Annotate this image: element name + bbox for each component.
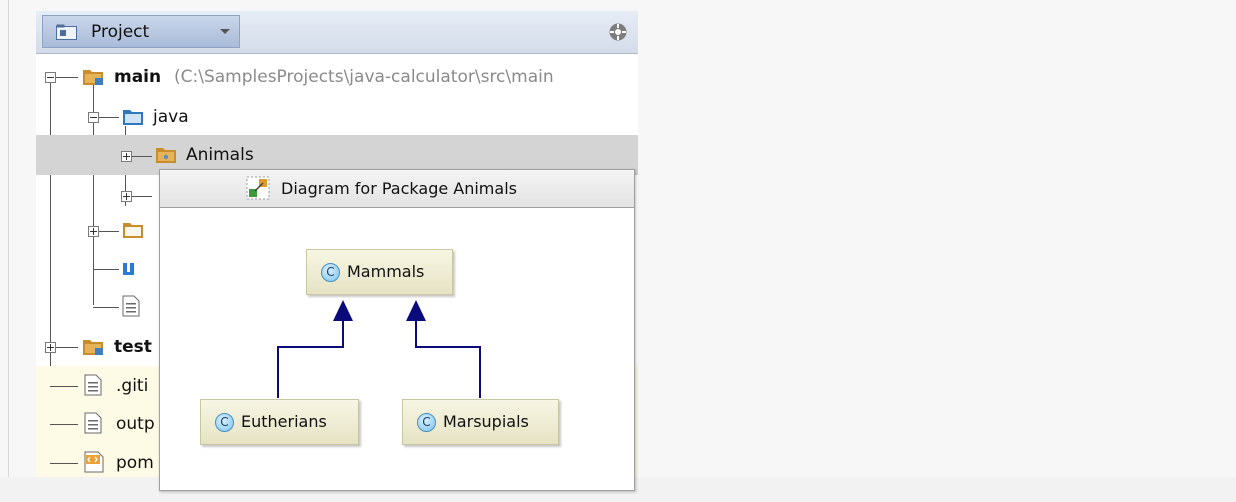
class-icon: C [215,413,234,432]
text-file-icon [84,374,102,396]
tree-connector [99,231,119,232]
project-folder-icon [56,24,77,40]
tree-label-gitignore: .giti [116,376,149,396]
tree-connector [93,307,119,308]
expand-toggle[interactable] [45,342,56,353]
class-name: Eutherians [241,412,327,431]
class-icon: C [321,263,340,282]
tree-connector [50,424,78,425]
class-name: Mammals [347,262,425,281]
tree-label-pom: pom [116,453,154,473]
page-left-border [8,0,9,492]
class-name: Marsupials [443,412,529,431]
tree-connector [50,463,78,464]
tree-connector [56,347,78,348]
expand-toggle[interactable] [88,226,99,237]
tree-row-main[interactable]: main (C:\SamplesProjects\java-calculator… [36,57,638,97]
edge-marsupials-mammals [415,318,481,398]
class-node-eutherians[interactable]: C Eutherians [200,399,359,445]
edge-eutherians-mammals [277,318,344,398]
class-icon: C [417,413,436,432]
tree-label-animals: Animals [186,145,254,165]
maven-xml-icon [84,451,104,473]
chevron-down-icon[interactable] [219,25,231,37]
expand-toggle[interactable] [121,191,132,202]
module-folder-icon [83,70,103,85]
class-node-marsupials[interactable]: C Marsupials [402,399,559,445]
collapse-toggle[interactable] [45,72,56,83]
tree-label-output: outp [116,414,155,434]
collapse-toggle[interactable] [88,112,99,123]
tree-connector [132,196,152,197]
tool-window-header: Project [36,11,638,54]
module-folder-icon [83,340,103,355]
edge-eutherians-mammals-arrow [333,300,353,321]
edge-marsupials-mammals-arrow [406,300,426,321]
module-path: (C:\SamplesProjects\java-calculator\src\… [174,67,554,87]
tree-connector [50,386,78,387]
tree-connector [56,77,78,78]
expand-toggle[interactable] [121,151,132,162]
tree-label-main: main [114,67,162,87]
project-view-selector[interactable]: Project [42,15,240,48]
tree-connector [132,156,152,157]
package-folder-icon [156,148,176,163]
tree-connector [93,269,119,270]
text-file-icon [122,295,140,317]
tree-label-test: test [114,337,152,357]
diagram-popup[interactable]: Diagram for Package Animals C Mammals C … [159,169,635,491]
class-node-mammals[interactable]: C Mammals [306,249,453,295]
intellij-module-icon [123,263,134,275]
scroll-from-source-icon[interactable] [608,22,628,42]
source-folder-icon [123,110,143,125]
project-view-label: Project [91,22,150,42]
text-file-icon [84,412,102,434]
tree-connector [99,117,119,118]
folder-icon [123,223,143,238]
tree-label-java: java [153,107,189,127]
tree-row-java[interactable]: java [36,97,638,137]
